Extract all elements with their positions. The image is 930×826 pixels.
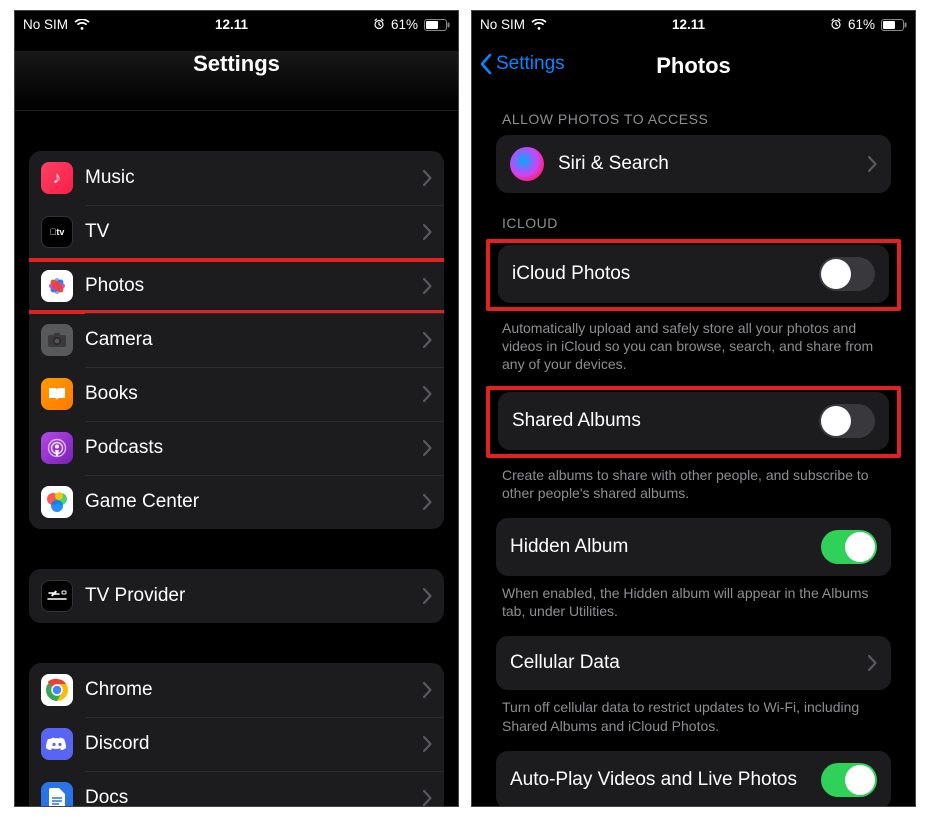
row-label: Books bbox=[85, 383, 423, 405]
row-icloud-photos[interactable]: iCloud Photos bbox=[498, 245, 889, 303]
toggle-shared-albums[interactable] bbox=[819, 404, 875, 438]
settings-row-gamecenter[interactable]: Game Center bbox=[29, 475, 444, 529]
section-header-allow: ALLOW PHOTOS TO ACCESS bbox=[502, 111, 885, 127]
row-label: Cellular Data bbox=[510, 652, 868, 674]
chevron-right-icon bbox=[423, 440, 432, 456]
chevron-right-icon bbox=[423, 170, 432, 186]
row-cellular-data[interactable]: Cellular Data bbox=[496, 636, 891, 690]
tv-icon: tv bbox=[41, 216, 73, 248]
photos-settings-screen: No SIM 12.11 61% Settings Photos ALLOW P… bbox=[471, 10, 916, 807]
highlight-shared-albums: Shared Albums bbox=[486, 386, 901, 458]
row-label: iCloud Photos bbox=[512, 263, 819, 285]
settings-row-tvprovider[interactable]: TV Provider bbox=[29, 569, 444, 623]
docs-icon bbox=[41, 782, 73, 807]
chevron-right-icon bbox=[423, 790, 432, 806]
row-shared-albums[interactable]: Shared Albums bbox=[498, 392, 889, 450]
carrier-label: No SIM bbox=[480, 17, 525, 32]
status-time: 12.11 bbox=[672, 17, 705, 32]
footer-hidden: When enabled, the Hidden album will appe… bbox=[502, 584, 885, 620]
settings-row-docs[interactable]: Docs bbox=[29, 771, 444, 807]
status-bar: No SIM 12.11 61% bbox=[15, 11, 458, 33]
settings-row-photos[interactable]: Photos bbox=[29, 259, 444, 313]
chrome-icon bbox=[41, 674, 73, 706]
camera-icon bbox=[41, 324, 73, 356]
toggle-hidden-album[interactable] bbox=[821, 530, 877, 564]
battery-icon bbox=[424, 17, 450, 32]
row-label: Hidden Album bbox=[510, 536, 821, 558]
row-label: Podcasts bbox=[85, 437, 423, 459]
tv-provider-icon bbox=[41, 580, 73, 612]
carrier-label: No SIM bbox=[23, 17, 68, 32]
row-label: Siri & Search bbox=[558, 153, 868, 175]
row-label: Chrome bbox=[85, 679, 423, 701]
row-label: TV bbox=[85, 221, 423, 243]
group-cellular: Cellular Data bbox=[496, 636, 891, 690]
battery-icon bbox=[881, 17, 907, 32]
photos-icon bbox=[41, 270, 73, 302]
game-center-icon bbox=[41, 486, 73, 518]
toggle-autoplay[interactable] bbox=[821, 763, 877, 797]
podcasts-icon bbox=[41, 432, 73, 464]
chevron-right-icon bbox=[868, 655, 877, 671]
settings-row-music[interactable]: ♪ Music bbox=[29, 151, 444, 205]
group-allow: Siri & Search bbox=[496, 135, 891, 193]
chevron-right-icon bbox=[868, 156, 877, 172]
chevron-right-icon bbox=[423, 494, 432, 510]
row-label: Discord bbox=[85, 733, 423, 755]
settings-row-chrome[interactable]: Chrome bbox=[29, 663, 444, 717]
chevron-right-icon bbox=[423, 682, 432, 698]
page-title: Settings bbox=[15, 51, 458, 77]
settings-row-podcasts[interactable]: Podcasts bbox=[29, 421, 444, 475]
footer-shared: Create albums to share with other people… bbox=[502, 466, 885, 502]
settings-screen: No SIM 12.11 61% Settings ♪ Music tv bbox=[14, 10, 459, 807]
nav-bar: Settings bbox=[15, 51, 458, 111]
nav-bar: Settings Photos bbox=[472, 33, 915, 89]
siri-icon bbox=[510, 147, 544, 181]
alarm-icon bbox=[373, 18, 385, 30]
footer-icloud: Automatically upload and safely store al… bbox=[502, 319, 885, 374]
highlight-icloud-photos: iCloud Photos bbox=[486, 239, 901, 311]
chevron-right-icon bbox=[423, 332, 432, 348]
settings-row-books[interactable]: Books bbox=[29, 367, 444, 421]
row-label: Game Center bbox=[85, 491, 423, 513]
chevron-right-icon bbox=[423, 588, 432, 604]
settings-group-apps: Chrome Discord Docs bbox=[29, 663, 444, 807]
row-hidden-album[interactable]: Hidden Album bbox=[496, 518, 891, 576]
music-icon: ♪ bbox=[41, 162, 73, 194]
settings-row-discord[interactable]: Discord bbox=[29, 717, 444, 771]
status-time: 12.11 bbox=[215, 17, 248, 32]
battery-pct-label: 61% bbox=[848, 17, 875, 32]
chevron-right-icon bbox=[423, 736, 432, 752]
settings-group-provider: TV Provider bbox=[29, 569, 444, 623]
chevron-right-icon bbox=[423, 278, 432, 294]
row-label: Photos bbox=[85, 275, 423, 297]
row-label: TV Provider bbox=[85, 585, 423, 607]
chevron-right-icon bbox=[423, 386, 432, 402]
status-bar: No SIM 12.11 61% bbox=[472, 11, 915, 33]
footer-cellular: Turn off cellular data to restrict updat… bbox=[502, 698, 885, 734]
group-hidden: Hidden Album bbox=[496, 518, 891, 576]
settings-group-media: ♪ Music tv TV bbox=[29, 151, 444, 529]
settings-row-tv[interactable]: tv TV bbox=[29, 205, 444, 259]
row-label: Music bbox=[85, 167, 423, 189]
section-header-icloud: ICLOUD bbox=[502, 215, 885, 231]
back-label: Settings bbox=[496, 53, 565, 75]
group-autoplay: Auto-Play Videos and Live Photos bbox=[496, 751, 891, 807]
row-label: Shared Albums bbox=[512, 410, 819, 432]
row-label: Camera bbox=[85, 329, 423, 351]
chevron-right-icon bbox=[423, 224, 432, 240]
row-siri-search[interactable]: Siri & Search bbox=[496, 135, 891, 193]
wifi-icon bbox=[531, 17, 547, 32]
books-icon bbox=[41, 378, 73, 410]
settings-row-camera[interactable]: Camera bbox=[29, 313, 444, 367]
row-label: Docs bbox=[85, 787, 423, 807]
wifi-icon bbox=[74, 17, 90, 32]
row-autoplay[interactable]: Auto-Play Videos and Live Photos bbox=[496, 751, 891, 807]
back-button[interactable]: Settings bbox=[480, 53, 565, 75]
alarm-icon bbox=[830, 18, 842, 30]
discord-icon bbox=[41, 728, 73, 760]
toggle-icloud-photos[interactable] bbox=[819, 257, 875, 291]
row-label: Auto-Play Videos and Live Photos bbox=[510, 769, 821, 791]
battery-pct-label: 61% bbox=[391, 17, 418, 32]
